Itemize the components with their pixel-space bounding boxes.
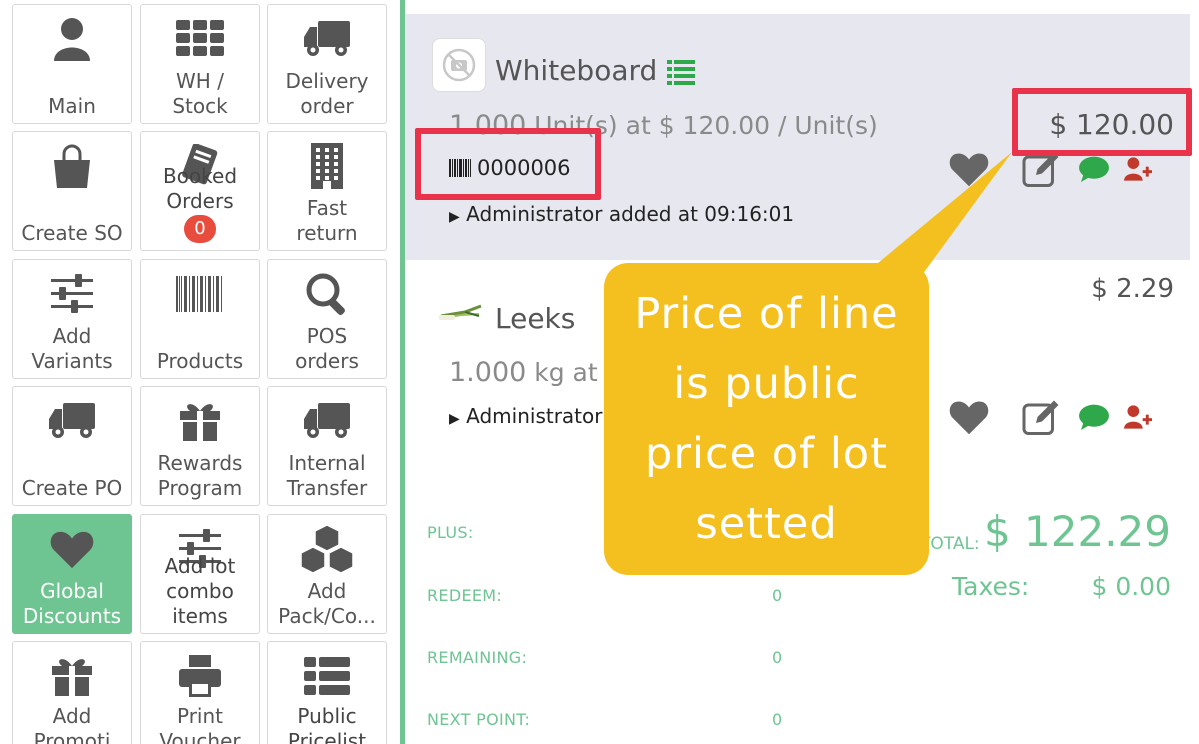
button-label: Print Voucher [159,704,241,744]
barcode-icon [141,272,259,316]
button-label: Rewards Program [157,451,243,500]
button-label: Add lot combo items [164,554,236,628]
edit-icon[interactable] [1022,399,1062,435]
next-point-label: NEXT POINT: [427,710,531,729]
add-user-icon[interactable] [1124,404,1152,430]
rewards-program-button[interactable]: Rewards Program [140,386,260,506]
qty-number: 1.000 [449,357,527,388]
comment-icon[interactable] [1078,156,1110,182]
button-label: Add Promoti [33,704,111,744]
button-label: Fast return [296,196,358,245]
callout-note: Price of line is public price of lot set… [604,263,929,575]
gift-icon [13,654,131,698]
count-badge: 0 [184,215,216,243]
building-icon [268,143,386,189]
callout-text: Price of line is public price of lot set… [634,289,899,549]
plus-label: PLUS: [427,523,474,542]
truck-icon [268,399,386,443]
add-lot-combo-button[interactable]: Add lot combo items [140,514,260,634]
taxes-value: $ 0.00 [1091,572,1171,601]
print-voucher-button[interactable]: Print Voucher [140,641,260,744]
product-image-placeholder [432,38,486,92]
line-price: $ 2.29 [1091,274,1174,304]
button-label: Add Pack/Co... [278,579,376,628]
delivery-order-button[interactable]: Delivery order [267,4,387,124]
next-point-value: 0 [772,710,783,729]
button-label: Internal Transfer [286,451,368,500]
added-by: ▶ Administrator added at 09:16:01 [449,202,794,226]
add-pack-button[interactable]: Add Pack/Co... [267,514,387,634]
pos-orders-button[interactable]: POS orders [267,259,387,379]
button-label: Add Variants [31,324,113,373]
button-label: Create SO [21,221,123,245]
grid-icon [141,17,259,61]
redeem-label: REDEEM: [427,586,503,605]
user-icon [13,17,131,61]
product-thumbnail [439,304,482,320]
remaining-value: 0 [772,648,783,667]
button-label: Create PO [21,476,123,500]
list-icon [268,654,386,698]
booked-orders-button[interactable]: Booked Orders 0 [140,131,260,251]
cubes-icon [268,525,386,573]
printer-icon [141,654,259,698]
redeem-value: 0 [772,586,783,605]
truck-icon [13,399,131,443]
button-label: Booked Orders [162,164,238,213]
products-button[interactable]: Products [140,259,260,379]
comment-icon[interactable] [1078,404,1110,430]
button-label: POS orders [295,324,359,373]
button-label: Main [48,94,96,118]
heart-icon[interactable] [948,150,990,188]
button-label: Products [156,349,244,373]
taxes-label: Taxes: [952,572,1030,601]
sliders-icon [13,272,131,316]
edit-icon[interactable] [1022,151,1062,187]
action-button-grid: Main WH / Stock Delivery order Create SO Boo… [0,0,400,744]
gift-icon [141,399,259,443]
add-promotion-button[interactable]: Add Promoti [12,641,132,744]
main-button[interactable]: Main [12,4,132,124]
line-quantity: 1.000 kg at [449,357,598,388]
list-icon[interactable] [667,59,695,89]
heart-icon[interactable] [948,398,990,436]
create-po-button[interactable]: Create PO [12,386,132,506]
no-image-icon [442,48,476,82]
add-variants-button[interactable]: Add Variants [12,259,132,379]
button-label: WH / Stock [172,69,228,118]
caret-right-icon: ▶ [449,209,460,225]
added-by-text: Administrator [466,404,603,428]
total-value: $ 122.29 [983,507,1171,556]
product-name: Whiteboard [495,54,658,87]
wh-stock-button[interactable]: WH / Stock [140,4,260,124]
global-discounts-button[interactable]: Global Discounts [12,514,132,634]
button-label: Public Pricelist (USD) [287,704,367,744]
shopping-bag-icon [13,144,131,188]
truck-icon [268,17,386,61]
add-user-icon[interactable] [1124,156,1152,182]
caret-right-icon: ▶ [449,411,460,427]
search-icon [268,272,386,316]
line-actions [948,398,1152,436]
remaining-label: REMAINING: [427,648,528,667]
create-so-button[interactable]: Create SO [12,131,132,251]
added-by-text: Administrator added at 09:16:01 [466,202,795,226]
fast-return-button[interactable]: Fast return [267,131,387,251]
internal-transfer-button[interactable]: Internal Transfer [267,386,387,506]
added-by: ▶ Administrator [449,404,602,428]
heart-icon [13,527,131,571]
lot-highlight-box [415,128,601,200]
price-highlight-box [1012,88,1192,156]
button-label: Global Discounts [22,579,122,628]
button-label: Delivery order [285,69,369,118]
qty-unit-price: kg at [534,358,598,387]
public-pricelist-button[interactable]: Public Pricelist (USD) [267,641,387,744]
product-name: Leeks [495,302,576,335]
